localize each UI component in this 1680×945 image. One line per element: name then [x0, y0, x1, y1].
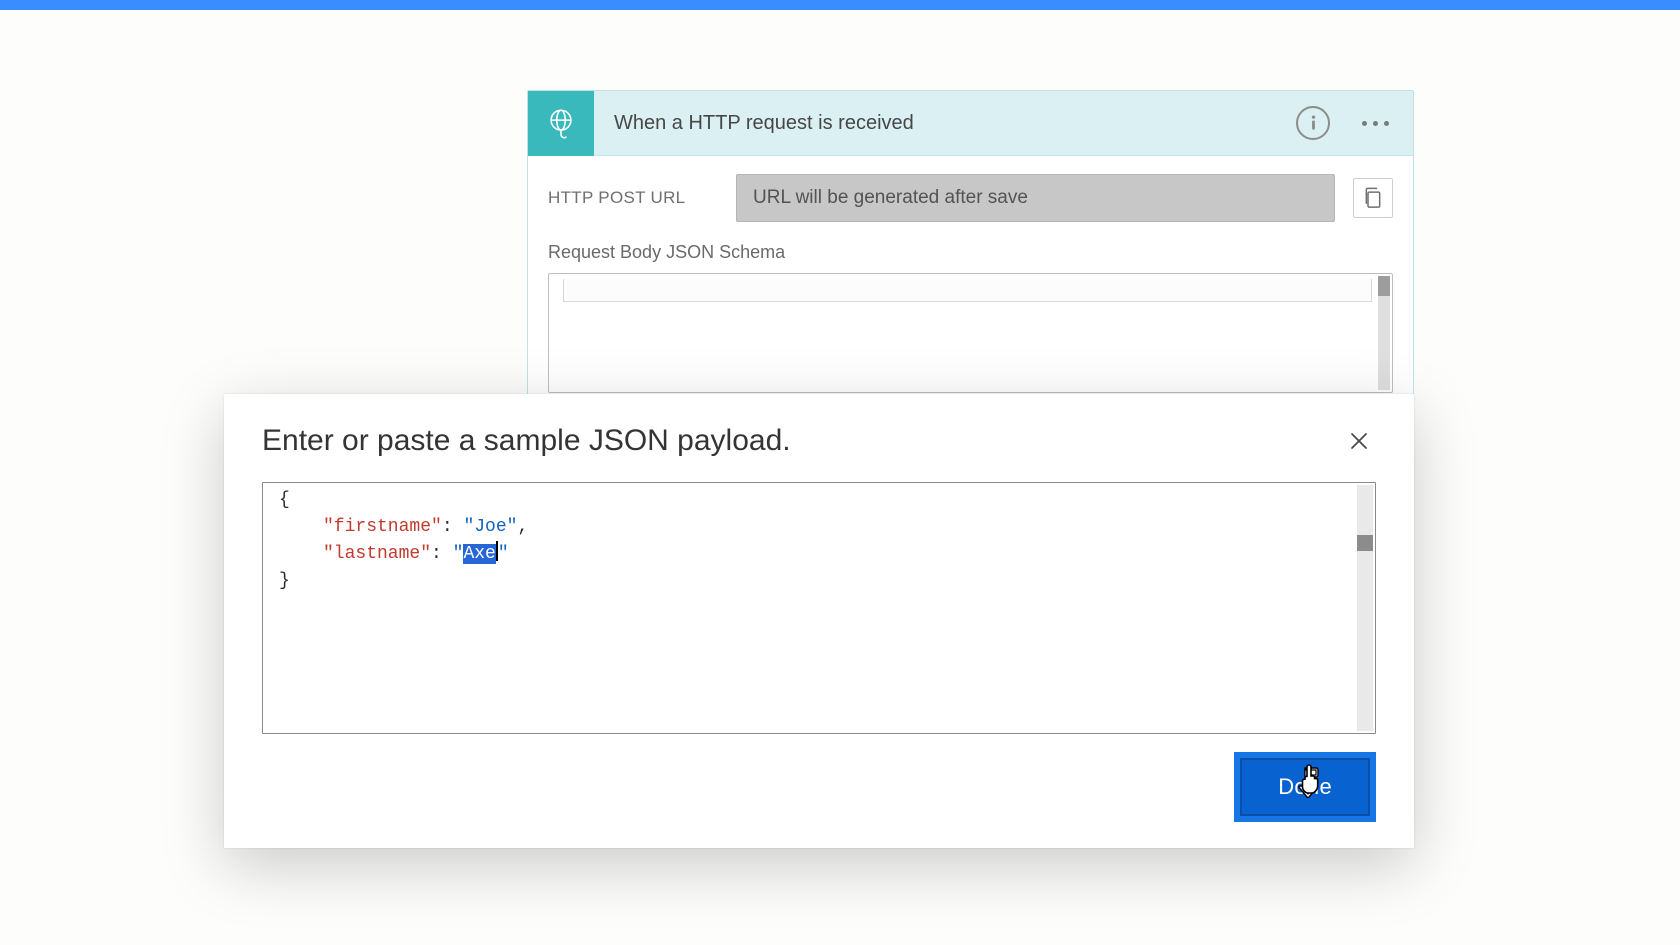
card-title: When a HTTP request is received [594, 112, 1296, 135]
schema-textarea[interactable] [548, 273, 1393, 393]
editor-scrollbar[interactable] [1357, 485, 1373, 731]
close-icon[interactable] [1342, 424, 1376, 458]
post-url-label: HTTP POST URL [548, 188, 718, 208]
card-header[interactable]: When a HTTP request is received [528, 91, 1413, 156]
dialog-title: Enter or paste a sample JSON payload. [262, 424, 791, 458]
json-value: "Joe" [463, 517, 517, 537]
globe-hook-icon [528, 91, 594, 156]
json-payload-editor[interactable]: { "firstname": "Joe", "lastname": "Axe" … [262, 482, 1376, 734]
done-button[interactable]: Done [1240, 758, 1370, 816]
post-url-field: URL will be generated after save [736, 174, 1335, 222]
json-key: "lastname" [323, 544, 431, 564]
done-button-focus-ring: Done [1234, 752, 1376, 822]
http-trigger-card: When a HTTP request is received HTTP POS… [527, 90, 1414, 404]
card-body: HTTP POST URL URL will be generated afte… [528, 156, 1413, 403]
card-menu-icon[interactable] [1352, 117, 1399, 130]
schema-scrollbar[interactable] [1378, 276, 1390, 390]
selected-text: Axe [463, 544, 495, 564]
brace-open: { [279, 490, 290, 510]
schema-label: Request Body JSON Schema [548, 242, 1393, 263]
json-key: "firstname" [323, 517, 442, 537]
brace-close: } [279, 571, 290, 591]
app-top-bar [0, 0, 1680, 10]
copy-url-button[interactable] [1353, 178, 1393, 218]
info-icon[interactable] [1296, 106, 1330, 140]
sample-payload-dialog: Enter or paste a sample JSON payload. { … [224, 394, 1414, 848]
